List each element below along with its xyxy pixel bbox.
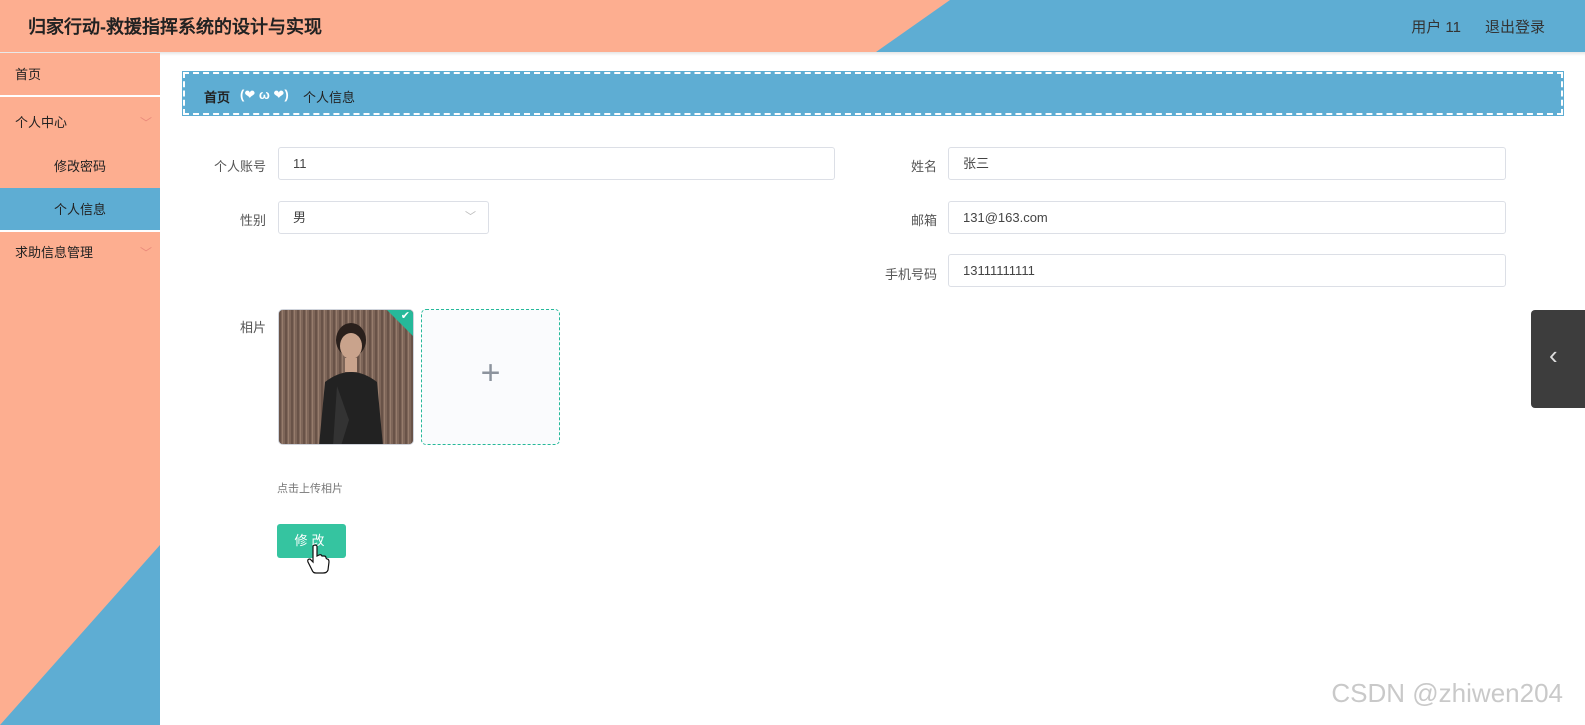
gender-select[interactable]: 男 ﹀ [278, 201, 489, 234]
phone-value: 13111111111 [963, 263, 1035, 278]
phone-field[interactable]: 13111111111 [948, 254, 1506, 287]
name-field[interactable]: 张三 [948, 147, 1506, 180]
sidebar-item-change-password[interactable]: 修改密码 [0, 145, 160, 189]
breadcrumb-current: 个人信息 [303, 90, 356, 105]
email-label: 邮箱 [910, 213, 937, 228]
breadcrumb-separator: (❤ ω ❤) [240, 87, 289, 102]
account-label: 个人账号 [213, 159, 266, 174]
sidebar-item-personal-center[interactable]: 个人中心 ﹀ [0, 101, 160, 145]
header-shadow [0, 52, 1585, 56]
email-value: 131@163.com [963, 210, 1048, 225]
uploaded-photo[interactable]: ✔ [278, 309, 414, 445]
sidebar-item-label: 求助信息管理 [15, 245, 94, 260]
upload-button[interactable]: + [421, 309, 560, 445]
breadcrumb-home[interactable]: 首页 [204, 87, 230, 106]
sidebar-item-label: 首页 [15, 67, 42, 82]
chevron-left-icon: ‹ [1549, 340, 1558, 370]
sidebar-item-help-management[interactable]: 求助信息管理 ﹀ [0, 231, 160, 275]
logout-link[interactable]: 退出登录 [1485, 16, 1545, 37]
gender-value: 男 [293, 210, 307, 225]
chevron-down-icon: ﹀ [139, 246, 152, 260]
sidebar-item-label: 个人中心 [15, 115, 68, 130]
app-title: 归家行动-救援指挥系统的设计与实现 [28, 17, 322, 37]
name-label: 姓名 [910, 159, 937, 174]
watermark: CSDN @zhiwen204 [1331, 678, 1563, 708]
sidebar-item-personal-info[interactable]: 个人信息 [0, 188, 160, 232]
top-header: 归家行动-救援指挥系统的设计与实现 用户 11 退出登录 [0, 0, 1585, 52]
breadcrumb: 首页 (❤ ω ❤) 个人信息 [182, 71, 1564, 116]
sidebar: 首页 个人中心 ﹀ 修改密码 个人信息 求助信息管理 ﹀ [0, 53, 160, 725]
photo-label: 相片 [239, 320, 266, 335]
current-user: 用户 11 [1411, 19, 1461, 36]
upload-tip: 点击上传相片 [277, 483, 343, 495]
phone-label: 手机号码 [884, 267, 937, 282]
sidebar-item-label: 修改密码 [54, 159, 107, 174]
check-icon: ✔ [400, 310, 410, 322]
account-field[interactable]: 11 [278, 147, 835, 180]
chevron-down-icon: ﹀ [139, 116, 152, 130]
gender-label: 性别 [239, 213, 266, 228]
chevron-down-icon: ﹀ [465, 211, 476, 223]
email-field[interactable]: 131@163.com [948, 201, 1506, 234]
side-drawer-toggle[interactable]: ‹ [1531, 310, 1585, 408]
name-value: 张三 [963, 156, 990, 171]
plus-icon: + [480, 354, 501, 392]
hand-cursor-icon [307, 544, 330, 574]
sidebar-item-label: 个人信息 [54, 202, 107, 217]
sidebar-decoration [0, 545, 160, 725]
sidebar-item-home[interactable]: 首页 [0, 53, 160, 97]
account-value: 11 [293, 156, 307, 171]
